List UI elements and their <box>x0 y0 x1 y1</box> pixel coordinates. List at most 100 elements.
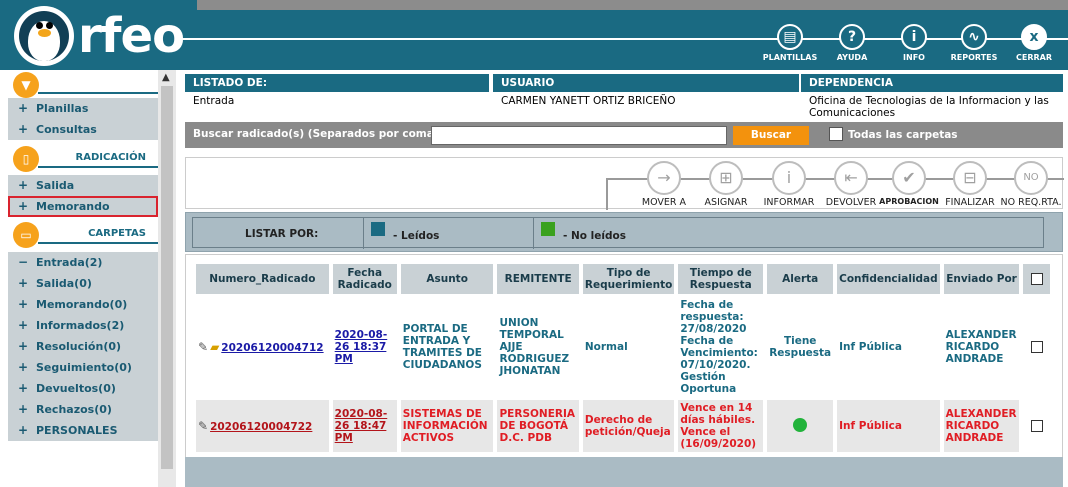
aprobacion-button[interactable]: ✔ APROBACION <box>876 161 942 206</box>
sidebar-item-salida[interactable]: + Salida <box>8 175 158 196</box>
orfeo-penguin-logo <box>14 6 74 66</box>
chevron-up-icon[interactable]: ▲ <box>162 72 170 83</box>
carpetas-block: − Entrada(2) + Salida(0) + Memorando(0) + In… <box>8 252 158 441</box>
help-icon: ? <box>839 24 865 50</box>
reports-icon: ∿ <box>961 24 987 50</box>
search-input[interactable] <box>431 126 727 145</box>
col-enviado[interactable]: Enviado Por <box>943 264 1020 294</box>
document-icon: ▯ <box>13 146 39 172</box>
asignar-button[interactable]: ⊞ ASIGNAR <box>693 161 759 208</box>
inform-icon: i <box>772 161 806 195</box>
plus-icon: + <box>18 122 29 136</box>
info-icon: i <box>901 24 927 50</box>
table-row[interactable]: ✎ ▰ 20206120004712 2020-08-26 18:37 PM POR… <box>196 297 1050 397</box>
devolver-button[interactable]: ⇤ DEVOLVER <box>818 161 884 208</box>
edit-icon[interactable]: ✎ <box>198 341 208 353</box>
select-all-checkbox[interactable] <box>1030 273 1043 285</box>
buscar-button[interactable]: Buscar <box>733 126 809 145</box>
col-remitente[interactable]: REMITENTE <box>497 264 579 294</box>
template-icon: ▤ <box>777 24 803 50</box>
sidebar-item-seguimiento[interactable]: + Seguimiento(0) <box>8 357 158 378</box>
sidebar-item-entrada[interactable]: − Entrada(2) <box>8 252 158 273</box>
approve-icon: ✔ <box>892 161 926 195</box>
plus-icon: + <box>18 318 29 332</box>
action-toolbar: → MOVER A ⊞ ASIGNAR i INFORMAR ⇤ DEVOLVE… <box>185 157 1064 210</box>
finish-icon: ⊟ <box>953 161 987 195</box>
filter-leidos[interactable]: - Leídos <box>393 230 439 242</box>
all-folders-checkbox[interactable] <box>829 127 843 141</box>
radicacion-header: ▯ RADICACIÓN <box>8 146 158 172</box>
plus-icon: + <box>18 360 29 374</box>
radicacion-block: + Salida + Memorando <box>8 175 158 217</box>
col-select-all[interactable] <box>1023 264 1050 294</box>
col-tiempo[interactable]: Tiempo de Respuesta <box>678 264 764 294</box>
table-row[interactable]: ✎ 20206120004722 2020-08-26 18:47 PM SIST… <box>196 400 1050 452</box>
plus-icon: + <box>18 339 29 353</box>
col-fecha[interactable]: Fecha Radicado <box>332 264 397 294</box>
col-asunto[interactable]: Asunto <box>400 264 494 294</box>
grid-footer <box>185 457 1063 487</box>
col-numero[interactable]: Numero_Radicado <box>196 264 329 294</box>
col-alerta[interactable]: Alerta <box>767 264 834 294</box>
sidebar-scrollbar[interactable]: ▲ <box>158 70 176 487</box>
radicado-link[interactable]: 20206120004722 <box>210 421 312 433</box>
fecha-link[interactable]: 2020-08-26 18:47 PM <box>335 408 388 444</box>
main-content: LISTADO DE: Entrada USUARIO CARMEN YANET… <box>185 72 1064 487</box>
sidebar: ▼ + Planillas + Consultas ▯ RADICACIÓN + Sa… <box>0 70 178 487</box>
no-req-rta-button[interactable]: NO NO REQ.RTA. <box>998 161 1064 208</box>
sidebar-item-memorando[interactable]: + Memorando <box>8 196 158 217</box>
fecha-link[interactable]: 2020-08-26 18:37 PM <box>335 329 388 365</box>
sidebar-item-consultas[interactable]: + Consultas <box>8 119 158 140</box>
radicado-link[interactable]: 20206120004712 <box>221 342 323 354</box>
sidebar-item-resolucion[interactable]: + Resolución(0) <box>8 336 158 357</box>
dependencia-cell: DEPENDENCIA Oficina de Tecnologias de la… <box>801 74 1063 120</box>
folder-icon: ▭ <box>13 222 39 248</box>
sidebar-menu-block: + Planillas + Consultas <box>8 98 158 140</box>
sidebar-item-devueltos[interactable]: + Devueltos(0) <box>8 378 158 399</box>
sidebar-item-memorando-folder[interactable]: + Memorando(0) <box>8 294 158 315</box>
col-tipo[interactable]: Tipo de Requerimiento <box>582 264 675 294</box>
scrollbar-thumb[interactable] <box>161 86 173 469</box>
plus-icon: + <box>18 101 29 115</box>
carpetas-header: ▭ CARPETAS <box>8 222 158 248</box>
unread-color-swatch <box>541 222 555 236</box>
row-checkbox[interactable] <box>1030 420 1043 432</box>
header-top-strip <box>197 0 1068 10</box>
plus-icon: + <box>18 178 29 192</box>
sidebar-item-planillas[interactable]: + Planillas <box>8 98 158 119</box>
plus-icon: + <box>18 423 29 437</box>
col-confidencialidad[interactable]: Confidencialidad <box>837 264 940 294</box>
sidebar-item-informados[interactable]: + Informados(2) <box>8 315 158 336</box>
sidebar-item-rechazos[interactable]: + Rechazos(0) <box>8 399 158 420</box>
informar-button[interactable]: i INFORMAR <box>756 161 822 208</box>
plus-icon: + <box>18 276 29 290</box>
mover-a-button[interactable]: → MOVER A <box>631 161 697 208</box>
sidebar-item-salida-folder[interactable]: + Salida(0) <box>8 273 158 294</box>
usuario-cell: USUARIO CARMEN YANETT ORTIZ BRICEÑO <box>493 74 799 120</box>
filter-bar: LISTAR POR: - Leídos - No leídos <box>185 212 1063 252</box>
reportes-button[interactable]: ∿ REPORTES <box>943 24 1005 62</box>
edit-icon[interactable]: ✎ <box>198 420 208 432</box>
folder-icon[interactable]: ▰ <box>210 341 219 353</box>
info-button[interactable]: i INFO <box>883 24 945 62</box>
no-response-icon: NO <box>1014 161 1048 195</box>
sidebar-item-personales[interactable]: + PERSONALES <box>8 420 158 441</box>
move-icon: → <box>647 161 681 195</box>
listado-cell: LISTADO DE: Entrada <box>185 74 489 120</box>
plus-icon: + <box>18 381 29 395</box>
sidebar-menu-header[interactable]: ▼ <box>8 72 158 98</box>
plus-icon: + <box>18 297 29 311</box>
plus-icon: + <box>18 199 29 213</box>
plantillas-button[interactable]: ▤ PLANTILLAS <box>759 24 821 62</box>
ayuda-button[interactable]: ? AYUDA <box>821 24 883 62</box>
status-dot-icon <box>793 417 808 432</box>
finalizar-button[interactable]: ⊟ FINALIZAR <box>937 161 1003 208</box>
cerrar-button[interactable]: x CERRAR <box>1003 24 1065 62</box>
search-bar: Buscar radicado(s) (Separados por coma) … <box>185 122 1063 148</box>
records-grid: Numero_Radicado Fecha Radicado Asunto RE… <box>185 254 1063 487</box>
logo-text: rfeo <box>78 8 185 64</box>
read-color-swatch <box>371 222 385 236</box>
row-checkbox[interactable] <box>1030 341 1043 353</box>
assign-icon: ⊞ <box>709 161 743 195</box>
filter-no-leidos[interactable]: - No leídos <box>563 230 626 242</box>
